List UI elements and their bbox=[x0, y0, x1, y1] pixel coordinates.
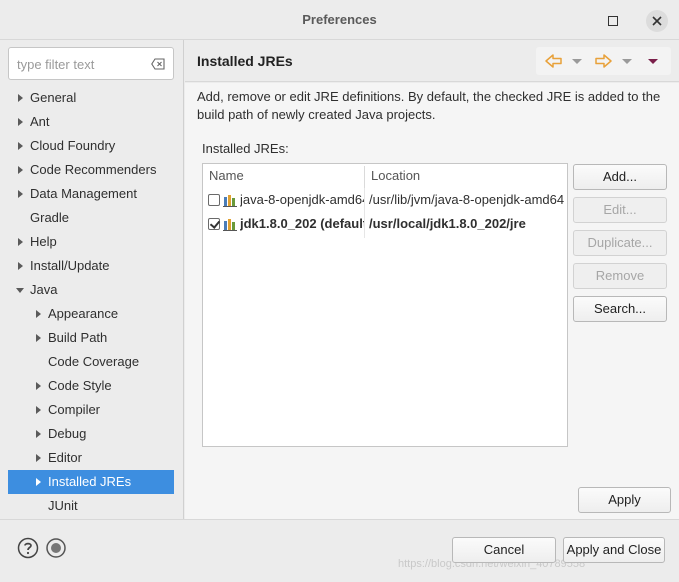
record-macro-icon[interactable] bbox=[45, 537, 67, 559]
clear-filter-icon[interactable] bbox=[151, 58, 165, 70]
table-row[interactable]: jdk1.8.0_202 (default) /usr/local/jdk1.8… bbox=[203, 212, 567, 236]
apply-and-close-button[interactable]: Apply and Close bbox=[563, 537, 665, 563]
tree-item-label: Installed JREs bbox=[48, 474, 132, 489]
chevron-right-icon[interactable] bbox=[32, 374, 44, 398]
tree-item-label: Code Coverage bbox=[48, 354, 140, 369]
jre-location: /usr/local/jdk1.8.0_202/jre bbox=[369, 216, 526, 231]
chevron-right-icon[interactable] bbox=[14, 230, 26, 254]
tree-item-label: Help bbox=[30, 234, 57, 249]
chevron-right-icon[interactable] bbox=[32, 422, 44, 446]
remove-button[interactable]: Remove bbox=[573, 263, 667, 289]
column-header-location[interactable]: Location bbox=[371, 164, 420, 188]
chevron-right-icon[interactable] bbox=[32, 446, 44, 470]
tree-item[interactable]: Install/Update bbox=[0, 254, 184, 278]
add-button[interactable]: Add... bbox=[573, 164, 667, 190]
tree-item[interactable]: Code Recommenders bbox=[0, 158, 184, 182]
page-navigation bbox=[536, 47, 671, 75]
tree-item[interactable]: Debug bbox=[0, 422, 184, 446]
jre-name: java-8-openjdk-amd64 bbox=[240, 192, 364, 207]
page-description: Add, remove or edit JRE definitions. By … bbox=[197, 89, 661, 122]
chevron-down-icon[interactable] bbox=[14, 278, 26, 302]
chevron-right-icon[interactable] bbox=[32, 302, 44, 326]
tree-item[interactable]: Compiler bbox=[0, 398, 184, 422]
tree-item[interactable]: Java bbox=[0, 278, 184, 302]
title-bar: Preferences bbox=[0, 0, 679, 40]
tree-item[interactable]: Build Path bbox=[0, 326, 184, 350]
tree-item[interactable]: JUnit bbox=[0, 494, 184, 518]
back-dropdown-icon[interactable] bbox=[572, 53, 582, 69]
jre-checkbox[interactable] bbox=[208, 218, 220, 230]
tree-item-label: Debug bbox=[48, 426, 87, 441]
filter-input[interactable] bbox=[17, 55, 145, 73]
installed-jres-page: Add, remove or edit JRE definitions. By … bbox=[185, 83, 679, 519]
table-row[interactable]: java-8-openjdk-amd64 /usr/lib/jvm/java-8… bbox=[203, 188, 567, 212]
column-header-name[interactable]: Name bbox=[209, 164, 244, 188]
filter-box[interactable] bbox=[8, 47, 174, 80]
help-icon[interactable] bbox=[17, 537, 39, 559]
tree-item[interactable]: Editor bbox=[0, 446, 184, 470]
jre-table[interactable]: Name Location java-8-openjdk-amd64 /usr/… bbox=[202, 163, 568, 447]
apply-button[interactable]: Apply bbox=[578, 487, 671, 513]
jre-library-icon bbox=[223, 195, 237, 207]
tree-item-label: Data Management bbox=[30, 186, 137, 201]
tree-item-label: JUnit bbox=[48, 498, 78, 513]
tree-item[interactable]: Installed JREs bbox=[8, 470, 174, 494]
tree-item[interactable]: Code Style bbox=[0, 374, 184, 398]
chevron-right-icon[interactable] bbox=[32, 326, 44, 350]
maximize-icon bbox=[608, 16, 618, 26]
chevron-right-icon[interactable] bbox=[32, 398, 44, 422]
cancel-button[interactable]: Cancel bbox=[452, 537, 556, 563]
duplicate-button[interactable]: Duplicate... bbox=[573, 230, 667, 256]
dialog-footer: https://blog.csdn.net/weixin_40789558 Ca… bbox=[0, 519, 679, 582]
column-divider[interactable] bbox=[364, 166, 365, 188]
forward-arrow-icon[interactable] bbox=[594, 53, 612, 69]
view-menu-icon[interactable] bbox=[648, 53, 658, 69]
page-header: Installed JREs bbox=[185, 40, 679, 82]
page-title: Installed JREs bbox=[197, 53, 293, 69]
jre-checkbox[interactable] bbox=[208, 194, 220, 206]
tree-item[interactable]: Gradle bbox=[0, 206, 184, 230]
window-title: Preferences bbox=[302, 12, 377, 27]
tree-item[interactable]: Data Management bbox=[0, 182, 184, 206]
close-button[interactable] bbox=[646, 10, 668, 32]
jre-location: /usr/lib/jvm/java-8-openjdk-amd64 bbox=[369, 192, 565, 207]
close-icon bbox=[652, 16, 662, 26]
maximize-button[interactable] bbox=[602, 10, 624, 32]
preferences-tree-panel: General Ant Cloud Foundry Code Recommenders… bbox=[0, 40, 184, 519]
jre-library-icon bbox=[223, 219, 237, 231]
edit-button[interactable]: Edit... bbox=[573, 197, 667, 223]
tree-item-label: General bbox=[30, 90, 77, 105]
tree-item-label: Compiler bbox=[48, 402, 101, 417]
tree-item-label: Editor bbox=[48, 450, 82, 465]
tree-item[interactable]: Code Coverage bbox=[0, 350, 184, 374]
tree-item-label: Ant bbox=[30, 114, 50, 129]
chevron-right-icon[interactable] bbox=[14, 254, 26, 278]
jre-name: jdk1.8.0_202 (default) bbox=[240, 216, 364, 231]
back-arrow-icon[interactable] bbox=[545, 53, 563, 69]
tree-item[interactable]: Cloud Foundry bbox=[0, 134, 184, 158]
chevron-right-icon[interactable] bbox=[14, 134, 26, 158]
forward-dropdown-icon[interactable] bbox=[622, 53, 632, 69]
tree-item-label: Cloud Foundry bbox=[30, 138, 116, 153]
tree-item[interactable]: Ant bbox=[0, 110, 184, 134]
tree-item-label: Java bbox=[30, 282, 58, 297]
chevron-right-icon[interactable] bbox=[14, 110, 26, 134]
chevron-right-icon[interactable] bbox=[32, 470, 44, 494]
preferences-tree: General Ant Cloud Foundry Code Recommenders… bbox=[0, 86, 184, 518]
tree-item-label: Code Recommenders bbox=[30, 162, 157, 177]
tree-item-label: Appearance bbox=[48, 306, 119, 321]
search-button[interactable]: Search... bbox=[573, 296, 667, 322]
tree-item-label: Code Style bbox=[48, 378, 112, 393]
tree-item-label: Build Path bbox=[48, 330, 108, 345]
chevron-right-icon[interactable] bbox=[14, 86, 26, 110]
tree-item[interactable]: Appearance bbox=[0, 302, 184, 326]
tree-item[interactable]: General bbox=[0, 86, 184, 110]
tree-item-label: Install/Update bbox=[30, 258, 110, 273]
chevron-right-icon[interactable] bbox=[14, 158, 26, 182]
installed-jres-label: Installed JREs: bbox=[202, 141, 289, 156]
tree-item[interactable]: Help bbox=[0, 230, 184, 254]
tree-item-label: Gradle bbox=[30, 210, 70, 225]
chevron-right-icon[interactable] bbox=[14, 182, 26, 206]
